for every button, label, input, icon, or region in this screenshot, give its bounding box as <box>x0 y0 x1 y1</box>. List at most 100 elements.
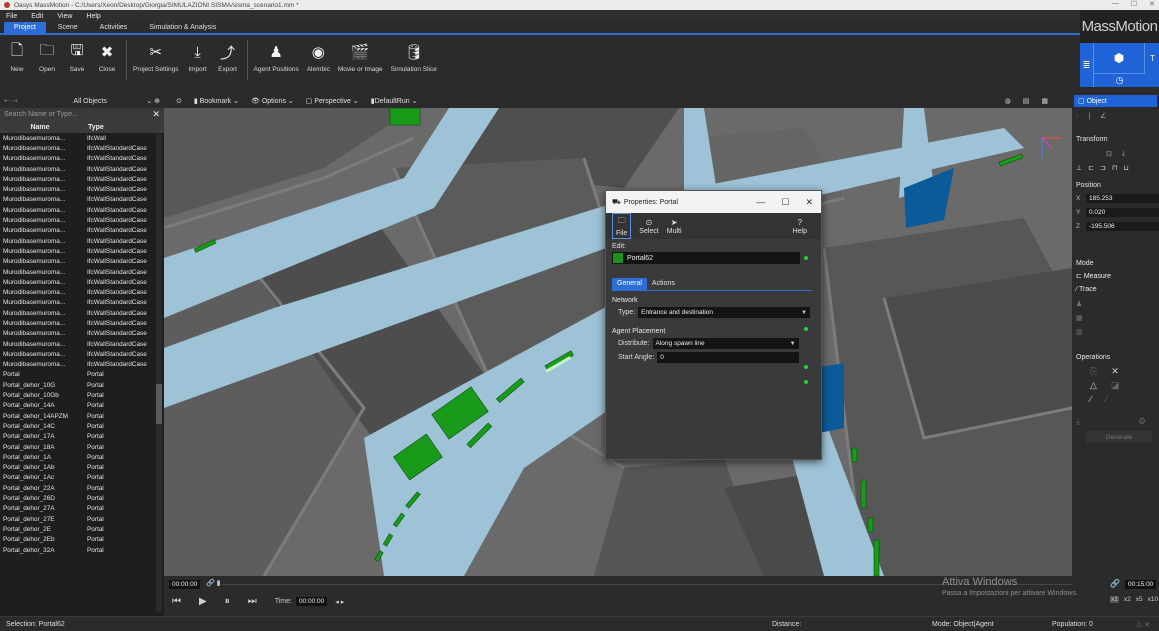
tab-object[interactable]: ▢ Object <box>1074 95 1157 107</box>
position-z-field[interactable]: Z -195.506 <box>1076 221 1159 232</box>
list-item[interactable]: Murodibasemuroma... IfcWallStandardCase <box>0 329 164 339</box>
list-item[interactable]: Murodibasemuroma... IfcWallStandardCase <box>0 215 164 225</box>
speed-x1[interactable]: x1 <box>1110 596 1119 603</box>
minimize-button[interactable]: — <box>1112 0 1119 8</box>
download-icon[interactable]: ⤓ <box>1122 150 1125 158</box>
tab-project[interactable]: Project <box>4 22 46 33</box>
list-item[interactable]: Portal_dehor_27A Portal <box>0 504 164 514</box>
list-item[interactable]: Murodibasemuroma... IfcWallStandardCase <box>0 174 164 184</box>
file-menu-button[interactable]: 🗀 File <box>612 213 632 239</box>
snap-icon[interactable]: ⊡ <box>1106 150 1112 158</box>
delete-icon[interactable]: ✕ <box>1111 366 1119 377</box>
measure-button[interactable]: ⊏ Measure <box>1076 272 1111 280</box>
speed-x5[interactable]: x5 <box>1136 596 1143 603</box>
menu-help[interactable]: Help <box>86 13 100 20</box>
list-item[interactable]: Portal_dehor_32A Portal <box>0 545 164 555</box>
skip-end-icon[interactable]: ⏭ <box>248 596 257 607</box>
target-icon[interactable]: ⊙ <box>176 97 182 105</box>
help-button[interactable]: ? Help <box>793 218 807 235</box>
start-angle-input[interactable]: 0 <box>657 352 800 363</box>
list-item[interactable]: Portal_dehor_26D Portal <box>0 493 164 503</box>
tab-simulation-analysis[interactable]: Simulation & Analysis <box>139 22 226 33</box>
pause-icon[interactable]: ⏸ <box>225 596 230 607</box>
run-menu[interactable]: ▮DefaultRun ⌄ <box>371 97 418 105</box>
list-item[interactable]: Murodibasemuroma... IfcWallStandardCase <box>0 236 164 246</box>
list-item[interactable]: Murodibasemuroma... IfcWallStandardCase <box>0 267 164 277</box>
import-small-icon[interactable]: ⤓ <box>1076 416 1080 427</box>
list-item[interactable]: Murodibasemuroma... IfcWallStandardCase <box>0 360 164 370</box>
agent-positions-button[interactable]: ♟ Agent Positions <box>254 40 299 73</box>
generate-button[interactable]: Generate <box>1086 431 1152 443</box>
gear-icon[interactable]: ⚙ <box>1138 416 1146 427</box>
layout-icon[interactable]: ▤ <box>1023 97 1030 105</box>
cube-icon[interactable]: ⬢ <box>1094 43 1145 73</box>
distribute-select[interactable]: Along spawn line ▼ <box>652 338 799 349</box>
multi-button[interactable]: ➤ Multi <box>667 218 682 235</box>
list-item[interactable]: Murodibasemuroma... IfcWallStandardCase <box>0 277 164 287</box>
list-item[interactable]: Portal_dehor_14C Portal <box>0 421 164 431</box>
speed-x10[interactable]: x10 <box>1148 596 1158 603</box>
text-icon[interactable]: T <box>1146 43 1159 73</box>
list-item[interactable]: Portal_dehor_18A Portal <box>0 442 164 452</box>
split-icon[interactable]: ◪ <box>1111 380 1120 391</box>
menu-file[interactable]: File <box>6 13 17 20</box>
grid-mode-icon[interactable]: ▦ <box>1076 314 1083 322</box>
list-item[interactable]: Murodibasemuroma... IfcWallStandardCase <box>0 184 164 194</box>
clear-search-icon[interactable]: ✕ <box>152 109 160 120</box>
project-settings-button[interactable]: ✂ Project Settings <box>133 40 179 73</box>
copy-icon[interactable]: ⎘ <box>1090 366 1097 377</box>
list-item[interactable]: Murodibasemuroma... IfcWallStandardCase <box>0 154 164 164</box>
movie-or-image-button[interactable]: 🎬 Movie or Image <box>338 40 383 73</box>
open-button[interactable]: 🗀 Open <box>36 40 58 74</box>
search-input[interactable]: Search Name or Type... ✕ <box>0 108 164 121</box>
list-item[interactable]: Murodibasemuroma... IfcWallStandardCase <box>0 298 164 308</box>
speed-x2[interactable]: x2 <box>1124 596 1131 603</box>
object-filter-select[interactable]: All Objects <box>34 98 146 105</box>
align-top-icon[interactable]: ⊓ <box>1112 164 1117 172</box>
align-bottom-icon[interactable]: ⊔ <box>1123 164 1128 172</box>
close-window-button[interactable]: ✕ <box>1149 0 1155 8</box>
dialog-maximize-button[interactable]: ☐ <box>781 197 789 208</box>
scrollbar-thumb[interactable] <box>156 384 162 424</box>
position-y-field[interactable]: Y 0.020 <box>1076 207 1159 218</box>
list-item[interactable]: Murodibasemuroma... IfcWallStandardCase <box>0 195 164 205</box>
align-center-icon[interactable]: ⊏ <box>1088 164 1094 172</box>
list-item[interactable]: Murodibasemuroma... IfcWallStandardCase <box>0 339 164 349</box>
list-item[interactable]: Portal_dehor_22A Portal <box>0 483 164 493</box>
list-icon[interactable]: ≣ <box>1080 43 1094 87</box>
export-button[interactable]: ⤴ Export <box>217 40 239 74</box>
trace-button[interactable]: ∕ Trace <box>1076 286 1097 293</box>
list-item[interactable]: Murodibasemuroma... IfcWallStandardCase <box>0 226 164 236</box>
tab-scene[interactable]: Scene <box>48 22 88 33</box>
line-icon[interactable]: | <box>1088 113 1090 120</box>
list-scrollbar[interactable] <box>156 134 162 612</box>
chart-mode-icon[interactable]: ▥ <box>1076 328 1083 336</box>
alembic-button[interactable]: ◉ Alembic <box>307 40 330 73</box>
list-item[interactable]: Murodibasemuroma... IfcWallStandardCase <box>0 164 164 174</box>
simulation-slice-button[interactable]: 🛢 Simulation Slice <box>391 40 437 73</box>
list-item[interactable]: Murodibasemuroma... IfcWallStandardCase <box>0 143 164 153</box>
type-select[interactable]: Entrance and destination ▼ <box>638 307 811 318</box>
list-item[interactable]: Portal_dehor_10Gb Portal <box>0 390 164 400</box>
dialog-minimize-button[interactable]: — <box>756 197 765 208</box>
nav-arrows-icon[interactable]: ⇠ ⇢ <box>4 97 34 105</box>
list-item[interactable]: Portal_dehor_2E Portal <box>0 524 164 534</box>
new-button[interactable]: 🗋 New <box>6 40 28 74</box>
agent-mode-icon[interactable]: ♟ <box>1076 300 1082 308</box>
list-item[interactable]: Murodibasemuroma... IfcWallStandardCase <box>0 318 164 328</box>
list-item[interactable]: Murodibasemuroma... IfcWallStandardCase <box>0 308 164 318</box>
skip-start-icon[interactable]: ⏮ <box>172 596 181 607</box>
pencil-icon[interactable]: ∕ <box>1090 394 1092 404</box>
list-item[interactable]: Murodibasemuroma... IfcWallStandardCase <box>0 287 164 297</box>
options-menu[interactable]: 👁 Options ⌄ <box>251 97 294 105</box>
list-item[interactable]: Portal_dehor_17A Portal <box>0 432 164 442</box>
save-button[interactable]: 🖫 Save <box>66 40 88 74</box>
play-icon[interactable]: ▶ <box>199 596 207 607</box>
position-x-field[interactable]: X 185.253 <box>1076 193 1159 204</box>
warning-icon[interactable]: ⚠ ✕ <box>1136 621 1150 629</box>
line-tool-icon[interactable]: ∕ <box>1106 394 1108 404</box>
list-item[interactable]: Portal_dehor_2Eb Portal <box>0 535 164 545</box>
list-item[interactable]: Portal_dehor_1A Portal <box>0 452 164 462</box>
tab-actions[interactable]: Actions <box>647 278 680 290</box>
perspective-menu[interactable]: ▢ Perspective ⌄ <box>306 97 359 105</box>
